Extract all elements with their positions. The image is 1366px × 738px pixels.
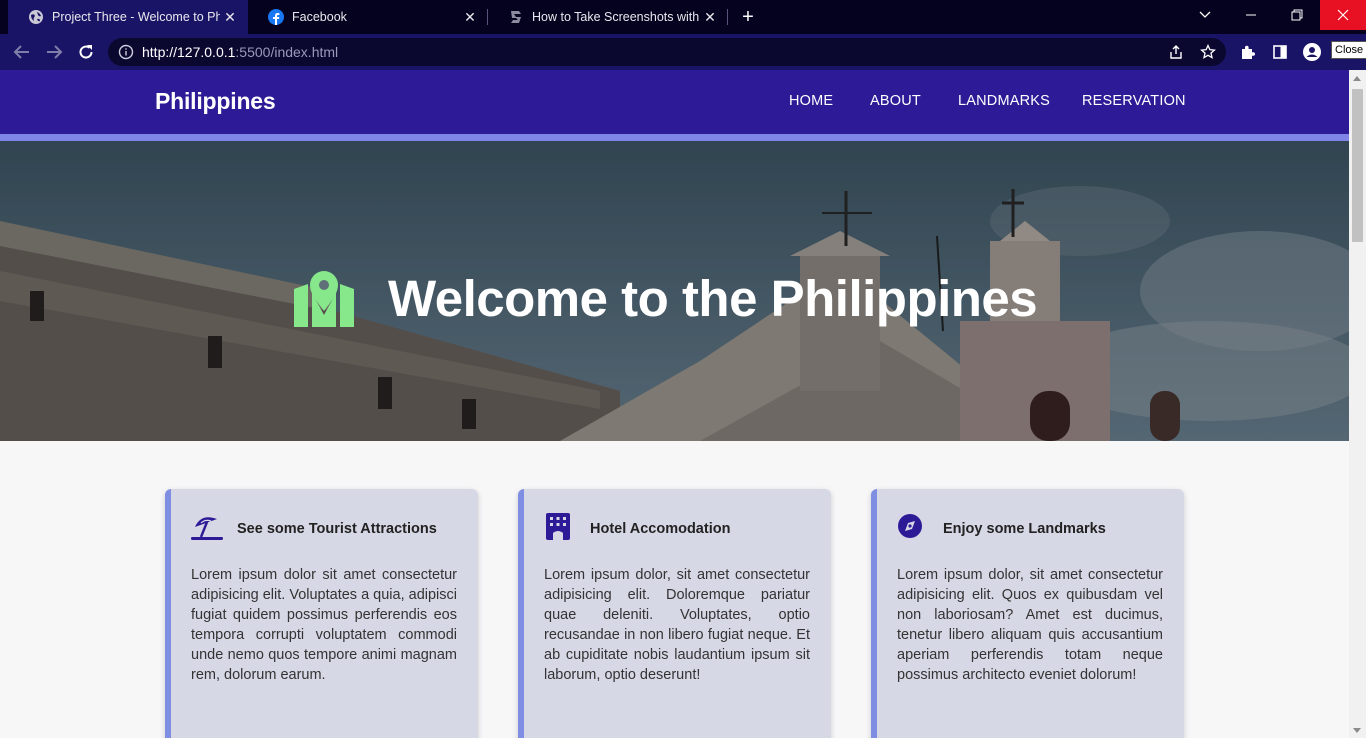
tab-project-three[interactable]: Project Three - Welcome to Philippines ✕ xyxy=(8,0,248,34)
hero-title: Welcome to the Philippines xyxy=(388,270,1038,327)
scroll-down-arrow-icon[interactable] xyxy=(1353,728,1361,733)
scroll-up-arrow-icon[interactable] xyxy=(1353,76,1361,81)
url-host: http://127.0.0.1 xyxy=(142,44,236,60)
chevron-down-icon xyxy=(1199,11,1211,18)
tab-search-button[interactable] xyxy=(1182,0,1228,30)
extensions-button[interactable] xyxy=(1238,42,1258,62)
tab-screenshots-article[interactable]: How to Take Screenshots with Dell ✕ xyxy=(488,0,728,34)
url-text[interactable]: http://127.0.0.1:5500/index.html xyxy=(142,44,338,60)
feature-card-tourist: See some Tourist Attractions Lorem ipsum… xyxy=(165,489,478,738)
tab-title: How to Take Screenshots with Dell xyxy=(532,10,700,24)
close-tooltip: Close xyxy=(1331,41,1366,59)
reload-icon xyxy=(79,45,93,59)
reload-button[interactable] xyxy=(74,40,98,64)
browser-toolbar: http://127.0.0.1:5500/index.html xyxy=(0,34,1366,70)
address-bar[interactable]: http://127.0.0.1:5500/index.html xyxy=(108,38,1226,66)
scrollbar-thumb[interactable] xyxy=(1352,89,1363,242)
nav-accent-bar xyxy=(0,134,1349,141)
back-button[interactable] xyxy=(10,40,34,64)
tab-close-icon[interactable]: ✕ xyxy=(700,9,720,26)
nav-link-reservation[interactable]: RESERVATION xyxy=(1082,93,1186,109)
map-marker-icon xyxy=(294,271,354,327)
forward-arrow-icon xyxy=(47,45,63,59)
tab-facebook[interactable]: Facebook ✕ xyxy=(248,0,488,34)
browser-tab-strip: Project Three - Welcome to Philippines ✕… xyxy=(0,0,1366,34)
minimize-button[interactable] xyxy=(1228,0,1274,30)
tab-title: Project Three - Welcome to Philippines xyxy=(52,10,220,24)
share-icon[interactable] xyxy=(1168,44,1184,60)
profile-button[interactable] xyxy=(1302,42,1322,62)
close-window-button[interactable] xyxy=(1320,0,1366,30)
hotel-building-icon xyxy=(546,513,570,540)
close-icon xyxy=(1337,9,1349,21)
hero-banner: Welcome to the Philippines xyxy=(0,141,1349,441)
site-info-icon[interactable] xyxy=(118,44,134,60)
tab-divider xyxy=(727,9,728,25)
page-scrollbar[interactable] xyxy=(1349,70,1366,738)
forward-button[interactable] xyxy=(42,40,66,64)
puzzle-icon xyxy=(1242,45,1255,59)
card-title: See some Tourist Attractions xyxy=(237,521,437,537)
avatar-icon xyxy=(1303,43,1321,61)
back-arrow-icon xyxy=(13,45,29,59)
side-panel-button[interactable] xyxy=(1270,42,1290,62)
feature-card-landmarks: Enjoy some Landmarks Lorem ipsum dolor, … xyxy=(871,489,1184,738)
nav-link-landmarks[interactable]: LANDMARKS xyxy=(958,93,1050,109)
tab-close-icon[interactable]: ✕ xyxy=(220,9,240,26)
beach-umbrella-icon xyxy=(191,517,223,540)
card-text: Lorem ipsum dolor, sit amet consectetur … xyxy=(544,567,810,683)
tab-close-icon[interactable]: ✕ xyxy=(460,9,480,26)
brand-logo[interactable]: Philippines xyxy=(155,88,276,115)
card-text: Lorem ipsum dolor, sit amet consectetur … xyxy=(897,567,1163,683)
minimize-icon xyxy=(1246,14,1256,16)
site-logo-icon xyxy=(508,9,524,25)
card-title: Hotel Accomodation xyxy=(590,521,731,537)
side-panel-icon xyxy=(1273,45,1287,59)
nav-link-home[interactable]: HOME xyxy=(789,93,833,109)
tab-title: Facebook xyxy=(292,10,347,24)
new-tab-button[interactable]: + xyxy=(738,6,758,28)
globe-icon xyxy=(28,9,44,25)
card-title: Enjoy some Landmarks xyxy=(943,521,1106,537)
feature-card-hotel: Hotel Accomodation Lorem ipsum dolor, si… xyxy=(518,489,831,738)
compass-icon xyxy=(898,514,922,538)
restore-button[interactable] xyxy=(1274,0,1320,30)
url-path: :5500/index.html xyxy=(235,44,339,60)
card-text: Lorem ipsum dolor sit amet consectetur a… xyxy=(191,567,457,683)
bookmark-star-icon[interactable] xyxy=(1200,44,1216,60)
facebook-icon xyxy=(268,9,284,25)
nav-link-about[interactable]: ABOUT xyxy=(870,93,921,109)
site-navbar: Philippines HOME ABOUT LANDMARKS RESERVA… xyxy=(0,70,1349,134)
restore-icon xyxy=(1291,9,1303,21)
